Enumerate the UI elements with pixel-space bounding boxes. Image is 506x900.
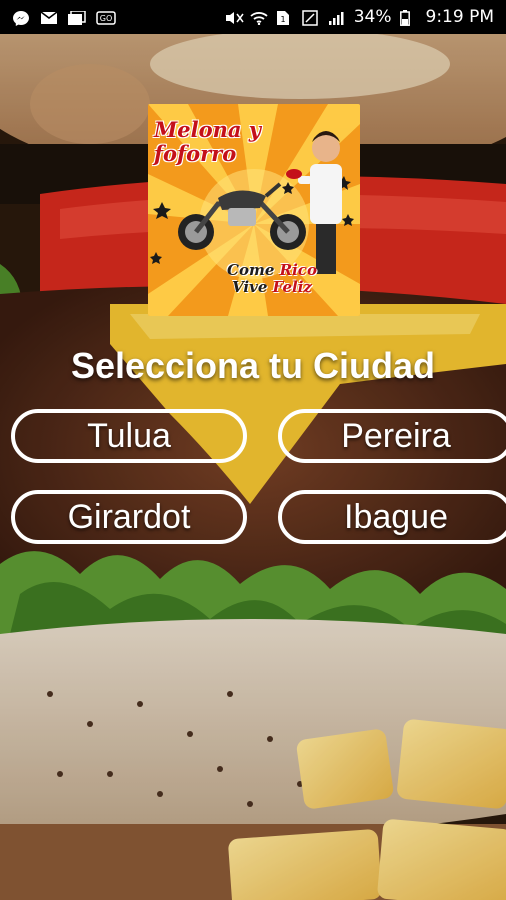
battery-icon <box>399 10 418 26</box>
mail-icon <box>40 10 58 24</box>
sim-icon: 1 <box>276 10 294 25</box>
slogan-vive: Vive <box>232 278 268 296</box>
signal-icon <box>328 10 346 25</box>
logo-slogan: Come Rico Vive Feliz <box>192 262 352 296</box>
gallery-icon <box>68 10 86 25</box>
app-notification-icon: GO <box>96 10 116 25</box>
system-icons: 1 34% 9:19 PM <box>224 7 506 27</box>
messenger-icon <box>12 10 30 26</box>
battery-percent: 34% <box>353 7 392 27</box>
logo-title: Melona y foforro <box>154 117 261 166</box>
mute-icon <box>224 10 244 24</box>
slogan-feliz: Feliz <box>272 278 312 296</box>
slogan-come: Come <box>227 261 275 279</box>
city-button-tulua[interactable]: Tulua <box>11 409 247 463</box>
city-button-pereira[interactable]: Pereira <box>278 409 506 463</box>
restaurant-logo: Melona y foforro Come Rico Vive Feliz <box>148 104 360 316</box>
city-button-ibague[interactable]: Ibague <box>278 490 506 544</box>
city-button-girardot[interactable]: Girardot <box>11 490 247 544</box>
status-bar: GO 1 34% 9:19 PM <box>0 0 506 34</box>
page-title: Selecciona tu Ciudad <box>70 345 436 386</box>
clock: 9:19 PM <box>425 7 495 27</box>
wifi-icon <box>250 10 268 26</box>
slogan-rico: Rico <box>279 261 317 279</box>
svg-text:GO: GO <box>100 14 113 23</box>
svg-text:1: 1 <box>280 15 285 24</box>
notification-icons: GO <box>0 10 116 26</box>
nfc-icon <box>301 10 320 26</box>
